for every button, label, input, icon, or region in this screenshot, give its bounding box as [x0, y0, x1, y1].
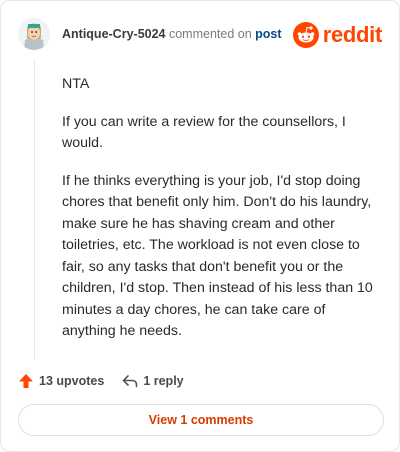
thread-line: [34, 59, 35, 359]
comment-body: NTA If you can write a review for the co…: [62, 74, 382, 359]
comment-paragraph: NTA: [62, 76, 90, 92]
post-link[interactable]: post: [255, 27, 281, 41]
user-avatar[interactable]: [18, 18, 50, 50]
commented-on-text: commented on: [168, 27, 252, 41]
reddit-logo[interactable]: reddit: [292, 20, 383, 50]
avatar-icon: [18, 18, 50, 50]
view-comments-button[interactable]: View 1 comments: [18, 404, 384, 436]
byline: Antique-Cry-5024 commented on post: [62, 27, 282, 41]
comment-paragraph: If you can write a review for the counse…: [62, 113, 346, 152]
comment-paragraph: If he thinks everything is your job, I'd…: [62, 172, 373, 340]
upvote-count: 13 upvotes: [39, 374, 105, 388]
comment-actions: 13 upvotes 1 reply: [18, 370, 184, 392]
upvote-arrow-icon: [19, 374, 33, 388]
comment-header: Antique-Cry-5024 commented on post reddi…: [18, 18, 382, 52]
upvote-button[interactable]: 13 upvotes: [18, 373, 104, 389]
reddit-wordmark: reddit: [322, 22, 383, 47]
comment-card: Antique-Cry-5024 commented on post reddi…: [0, 0, 400, 452]
reply-count: 1 reply: [143, 374, 184, 388]
reply-arrow-icon: [123, 375, 138, 388]
reply-button[interactable]: 1 reply: [122, 373, 184, 389]
reddit-snoo-icon: [292, 22, 319, 48]
username-link[interactable]: Antique-Cry-5024: [62, 27, 166, 41]
